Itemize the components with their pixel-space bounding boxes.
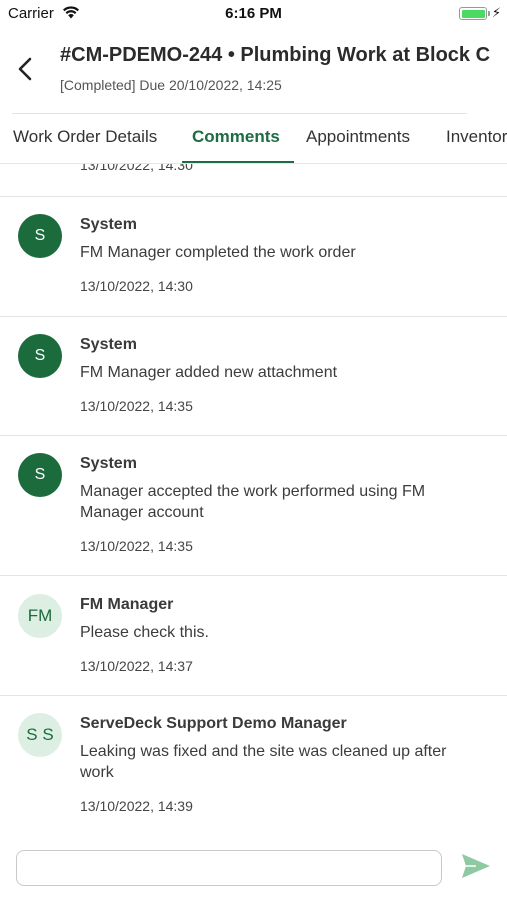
clock: 6:16 PM — [225, 5, 282, 22]
battery-level — [461, 9, 485, 18]
tab-work-order-details[interactable]: Work Order Details — [13, 127, 157, 147]
comments-feed[interactable]: 13/10/2022, 14:30 S System FM Manager co… — [0, 164, 507, 830]
comment-message: Please check this. — [80, 624, 209, 641]
comment-author: ServeDeck Support Demo Manager — [80, 715, 347, 732]
avatar: S — [18, 453, 62, 497]
chevron-left-icon[interactable] — [14, 56, 38, 82]
tab-comments[interactable]: Comments — [192, 127, 280, 147]
send-button[interactable] — [458, 852, 494, 882]
avatar: S S — [18, 713, 62, 757]
send-icon — [462, 854, 490, 878]
comment-author: System — [80, 216, 137, 233]
tab-inventory[interactable]: Inventory — [446, 127, 507, 147]
comment-author: System — [80, 455, 137, 472]
comment-timestamp: 13/10/2022, 14:30 — [80, 278, 193, 294]
divider — [0, 695, 507, 696]
tab-bar: Work Order Details Comments Appointments… — [0, 114, 507, 164]
page-subtitle: [Completed] Due 20/10/2022, 14:25 — [60, 77, 282, 93]
comment-message: Leaking was fixed and the site was clean… — [80, 743, 447, 781]
comment-timestamp: 13/10/2022, 14:35 — [80, 398, 193, 414]
comment-timestamp: 13/10/2022, 14:39 — [80, 798, 193, 814]
comment-author: System — [80, 336, 137, 353]
comment-message: FM Manager completed the work order — [80, 244, 356, 261]
header: #CM-PDEMO-244 • Plumbing Work at Block C… — [0, 28, 507, 114]
comment-composer — [0, 830, 507, 900]
comment-timestamp: 13/10/2022, 14:35 — [80, 538, 193, 554]
divider — [0, 575, 507, 576]
divider — [0, 196, 507, 197]
comment-author: FM Manager — [80, 596, 174, 613]
comment-message: FM Manager added new attachment — [80, 364, 338, 381]
divider — [0, 435, 507, 436]
avatar: S — [18, 334, 62, 378]
avatar: FM — [18, 594, 62, 638]
comment-timestamp: 13/10/2022, 14:30 — [80, 164, 193, 173]
tab-appointments[interactable]: Appointments — [306, 127, 410, 147]
page-title: #CM-PDEMO-244 • Plumbing Work at Block C — [60, 44, 491, 66]
avatar: S — [18, 214, 62, 258]
comment-message: Manager accepted the work performed usin… — [80, 483, 426, 521]
comment-timestamp: 13/10/2022, 14:37 — [80, 658, 193, 674]
status-bar: Carrier 6:16 PM ⚡ — [0, 0, 507, 28]
battery-icon — [459, 7, 490, 20]
comment-input[interactable] — [16, 850, 442, 886]
charging-bolt-icon: ⚡ — [491, 5, 501, 20]
divider — [0, 316, 507, 317]
